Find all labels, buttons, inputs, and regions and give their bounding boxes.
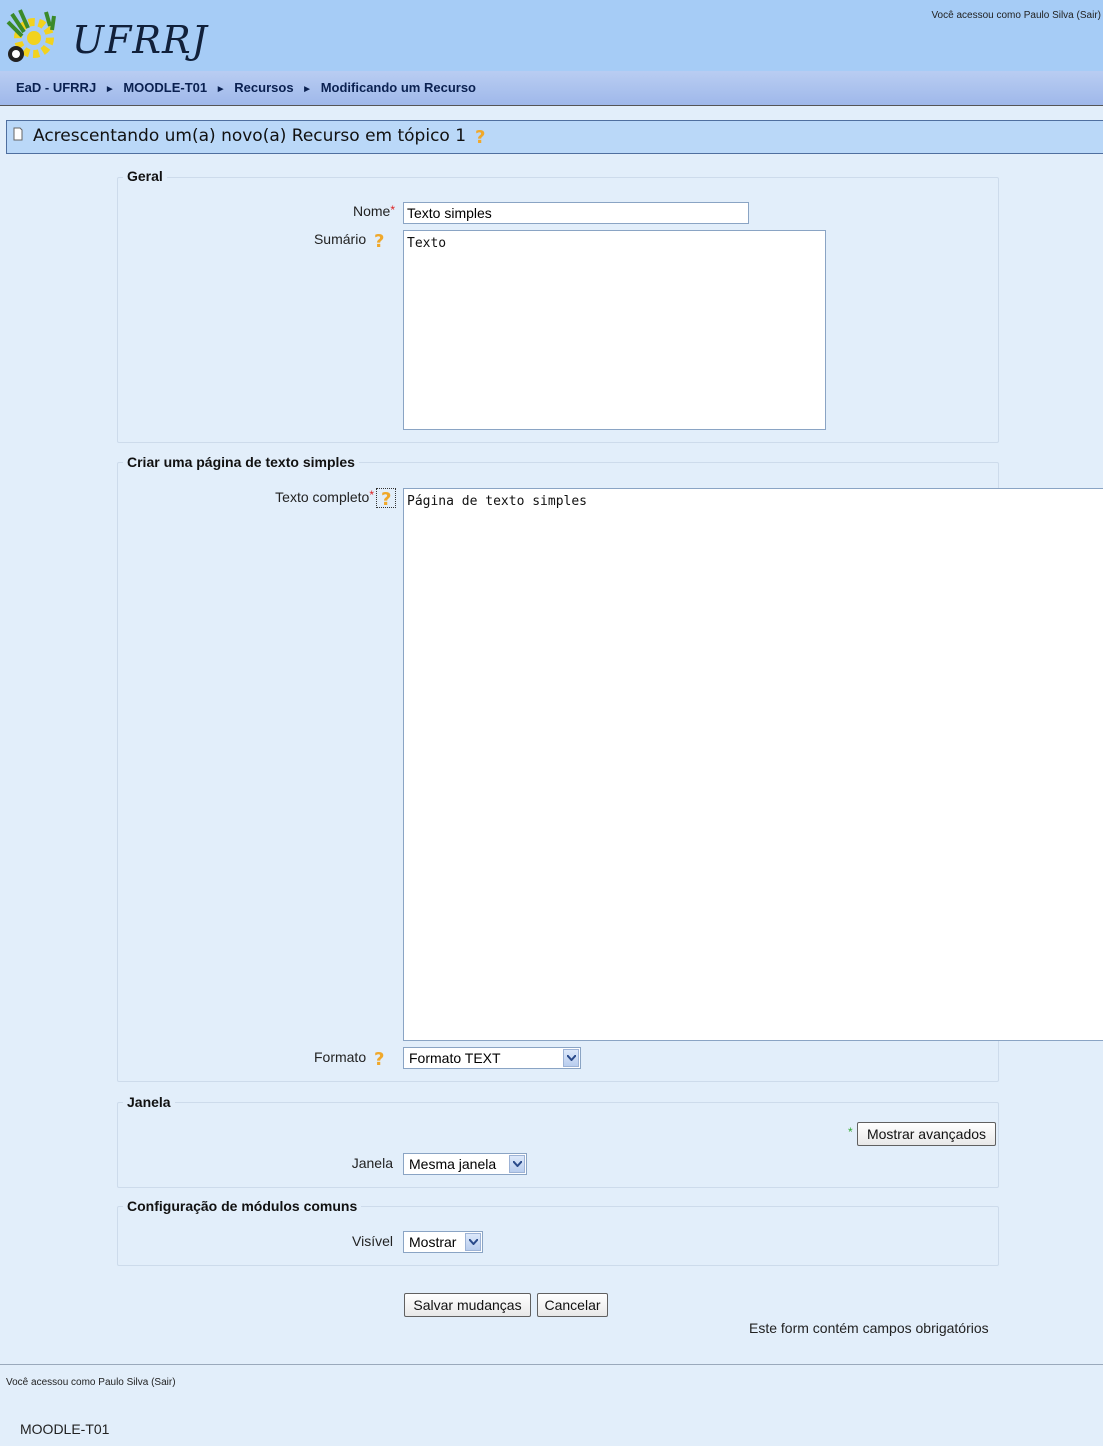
- footer-divider: [0, 1364, 1103, 1365]
- page-title: Acrescentando um(a) novo(a) Recurso em t…: [33, 126, 489, 146]
- footer-login-suffix: ): [172, 1377, 176, 1388]
- help-icon[interactable]: ?: [471, 127, 489, 145]
- breadcrumb-course[interactable]: MOODLE-T01: [123, 80, 207, 95]
- chevron-down-icon[interactable]: [563, 1049, 579, 1067]
- summary-label: Sumário ?: [280, 231, 388, 249]
- visible-label: Visível: [352, 1233, 393, 1249]
- page-heading: Acrescentando um(a) novo(a) Recurso em t…: [6, 120, 1103, 154]
- full-text-textarea[interactable]: Página de texto simples: [403, 488, 1103, 1041]
- name-input[interactable]: Texto simples: [403, 202, 749, 224]
- advanced-star: *: [848, 1125, 853, 1139]
- fieldset-modulos: [117, 1206, 999, 1266]
- window-select[interactable]: Mesma janela: [403, 1153, 527, 1175]
- help-icon[interactable]: ?: [377, 489, 395, 507]
- visible-select[interactable]: Mostrar: [403, 1231, 483, 1253]
- show-advanced-button[interactable]: Mostrar avançados: [857, 1122, 996, 1146]
- full-text-label-text: Texto completo: [275, 489, 370, 505]
- svg-text:?: ?: [374, 231, 384, 249]
- logo-emblem-icon: [6, 9, 56, 62]
- logout-link-footer[interactable]: Sair: [154, 1377, 172, 1388]
- login-text: Você acessou como Paulo Silva (: [931, 10, 1080, 21]
- format-label: Formato ?: [280, 1049, 388, 1067]
- legend-modulos: Configuração de módulos comuns: [123, 1198, 362, 1214]
- required-fields-note: Este form contém campos obrigatórios: [749, 1320, 989, 1336]
- svg-text:?: ?: [374, 1049, 384, 1067]
- format-select-value: Formato TEXT: [409, 1050, 501, 1066]
- logo-text: UFRRJ: [72, 18, 208, 62]
- document-icon: [13, 127, 23, 141]
- window-select-value: Mesma janela: [409, 1156, 497, 1172]
- cancel-button[interactable]: Cancelar: [537, 1293, 608, 1317]
- site-header: UFRRJ Você acessou como Paulo Silva (Sai…: [0, 0, 1103, 72]
- summary-label-text: Sumário: [313, 231, 367, 247]
- required-star: *: [369, 488, 374, 502]
- breadcrumb-separator: ►: [302, 84, 313, 95]
- chevron-down-icon[interactable]: [509, 1155, 525, 1173]
- name-label-text: Nome: [352, 203, 391, 219]
- breadcrumb: EaD - UFRRJ ► MOODLE-T01 ► Recursos ► Mo…: [16, 80, 476, 95]
- chevron-down-icon[interactable]: [465, 1233, 481, 1251]
- footer-course-name[interactable]: MOODLE-T01: [20, 1421, 109, 1437]
- help-icon[interactable]: ?: [370, 231, 388, 249]
- footer-login-text: Você acessou como Paulo Silva (: [6, 1377, 155, 1388]
- navbar: EaD - UFRRJ ► MOODLE-T01 ► Recursos ► Mo…: [0, 71, 1103, 106]
- legend-janela: Janela: [123, 1094, 175, 1110]
- svg-text:?: ?: [475, 127, 485, 145]
- save-button[interactable]: Salvar mudanças: [404, 1293, 531, 1317]
- site-logo[interactable]: UFRRJ: [6, 6, 236, 66]
- logout-link-top[interactable]: Sair: [1080, 10, 1098, 21]
- breadcrumb-current: Modificando um Recurso: [320, 80, 476, 95]
- full-text-label: Texto completo*?: [230, 488, 396, 509]
- breadcrumb-separator: ►: [104, 84, 115, 95]
- name-label: Nome*: [300, 203, 395, 219]
- legend-texto: Criar uma página de texto simples: [123, 454, 359, 470]
- login-info-top: Você acessou como Paulo Silva (Sair): [931, 10, 1101, 21]
- required-star: *: [390, 203, 395, 217]
- visible-select-value: Mostrar: [409, 1234, 457, 1250]
- help-icon[interactable]: ?: [370, 1049, 388, 1067]
- page-title-text: Acrescentando um(a) novo(a) Recurso em t…: [33, 126, 467, 146]
- breadcrumb-home[interactable]: EaD - UFRRJ: [16, 80, 96, 95]
- summary-textarea[interactable]: Texto: [403, 230, 826, 430]
- format-label-text: Formato: [313, 1049, 367, 1065]
- login-info-footer: Você acessou como Paulo Silva (Sair): [6, 1377, 176, 1388]
- legend-geral: Geral: [123, 168, 167, 184]
- login-suffix: ): [1097, 10, 1101, 21]
- format-select[interactable]: Formato TEXT: [403, 1047, 581, 1069]
- svg-text:?: ?: [381, 489, 391, 507]
- breadcrumb-resources[interactable]: Recursos: [234, 80, 293, 95]
- breadcrumb-separator: ►: [215, 84, 226, 95]
- window-label: Janela: [351, 1155, 393, 1171]
